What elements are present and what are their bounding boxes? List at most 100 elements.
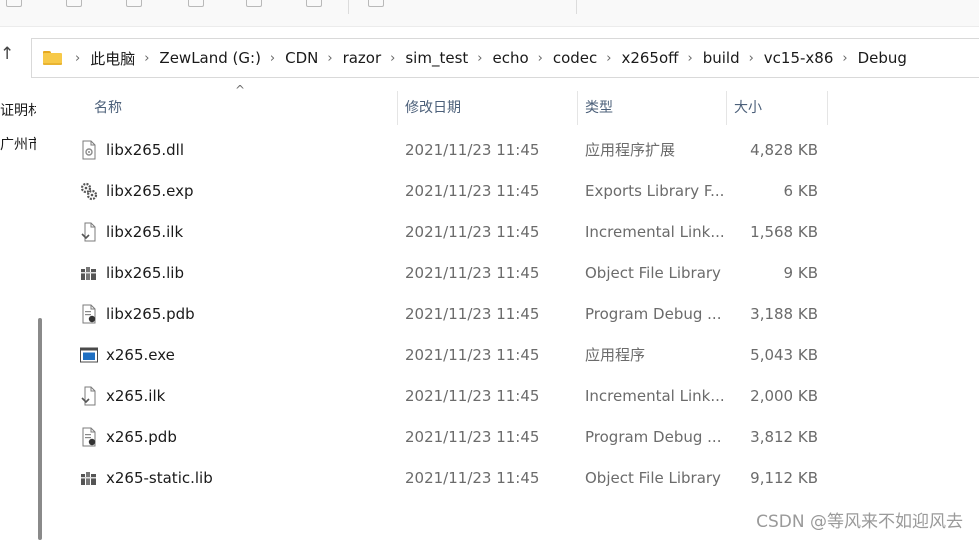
file-row[interactable]: libx265.lib 2021/11/23 11:45 Object File…: [52, 253, 979, 294]
file-type: Incremental Link...: [585, 223, 725, 241]
file-name: libx265.pdb: [106, 305, 195, 323]
file-name: x265.ilk: [106, 387, 166, 405]
column-header-type[interactable]: 类型: [585, 91, 613, 125]
sort-ascending-icon: ^: [235, 83, 246, 97]
file-name: x265-static.lib: [106, 469, 213, 487]
ribbon-button-icon[interactable]: [246, 0, 262, 7]
ribbon-button-icon[interactable]: [188, 0, 204, 7]
chevron-right-icon[interactable]: ›: [606, 51, 611, 66]
file-row[interactable]: libx265.exp 2021/11/23 11:45 Exports Lib…: [52, 171, 979, 212]
breadcrumb-build[interactable]: build: [703, 49, 740, 67]
chevron-right-icon[interactable]: ›: [327, 51, 332, 66]
chevron-right-icon[interactable]: ›: [749, 51, 754, 66]
ribbon-button-icon[interactable]: [126, 0, 142, 7]
lib-file-icon: [81, 267, 96, 280]
file-type: 应用程序: [585, 346, 646, 364]
file-date: 2021/11/23 11:45: [405, 141, 540, 159]
file-type: Program Debug ...: [585, 305, 722, 323]
column-divider[interactable]: [397, 91, 398, 125]
breadcrumb-this-pc[interactable]: 此电脑: [90, 48, 135, 69]
up-arrow-icon[interactable]: ↑: [0, 44, 14, 64]
file-size: 1,568 KB: [750, 223, 818, 241]
breadcrumb-sim-test[interactable]: sim_test: [405, 49, 468, 67]
chevron-right-icon[interactable]: ›: [144, 51, 149, 66]
breadcrumb-echo[interactable]: echo: [492, 49, 528, 67]
breadcrumb-razor[interactable]: razor: [343, 49, 382, 67]
file-date: 2021/11/23 11:45: [405, 387, 540, 405]
dll-file-icon: [82, 140, 96, 160]
pdb-file-icon: [82, 304, 96, 324]
ribbon-divider: [348, 0, 349, 14]
file-row[interactable]: libx265.ilk 2021/11/23 11:45 Incremental…: [52, 212, 979, 253]
file-size: 9 KB: [783, 264, 818, 282]
file-date: 2021/11/23 11:45: [405, 223, 540, 241]
address-bar[interactable]: › 此电脑 › ZewLand (G:) › CDN › razor › sim…: [31, 38, 979, 78]
file-name: libx265.exp: [106, 182, 194, 200]
navigation-scrollbar[interactable]: [38, 318, 42, 540]
chevron-right-icon[interactable]: ›: [688, 51, 693, 66]
file-name: x265.exe: [106, 346, 175, 364]
column-divider[interactable]: [577, 91, 578, 125]
file-size: 3,812 KB: [750, 428, 818, 446]
file-name: libx265.ilk: [106, 223, 184, 241]
breadcrumb-debug[interactable]: Debug: [858, 49, 907, 67]
breadcrumb-drive[interactable]: ZewLand (G:): [159, 49, 261, 67]
chevron-right-icon[interactable]: ›: [842, 51, 847, 66]
ribbon-button-icon[interactable]: [306, 0, 322, 7]
nav-item[interactable]: 证明材: [0, 100, 36, 120]
file-type: Exports Library F...: [585, 182, 725, 200]
file-type: Object File Library: [585, 469, 721, 487]
exp-file-icon: [80, 182, 98, 201]
ilk-file-icon: [81, 386, 96, 406]
file-date: 2021/11/23 11:45: [405, 182, 540, 200]
chevron-right-icon[interactable]: ›: [390, 51, 395, 66]
file-row[interactable]: libx265.pdb 2021/11/23 11:45 Program Deb…: [52, 294, 979, 335]
column-header-date[interactable]: 修改日期: [405, 91, 461, 125]
exe-file-icon: [80, 347, 98, 363]
file-name: x265.pdb: [106, 428, 177, 446]
column-headers: ^ 名称 修改日期 类型 大小: [52, 83, 979, 125]
file-size: 3,188 KB: [750, 305, 818, 323]
file-date: 2021/11/23 11:45: [405, 428, 540, 446]
ribbon-button-icon[interactable]: [368, 0, 384, 7]
ilk-file-icon: [81, 222, 96, 242]
ribbon-toolbar: [0, 0, 979, 27]
chevron-right-icon[interactable]: ›: [538, 51, 543, 66]
breadcrumb-codec[interactable]: codec: [553, 49, 597, 67]
lib-file-icon: [81, 472, 96, 485]
ribbon-button-icon[interactable]: [6, 0, 22, 7]
ribbon-button-icon[interactable]: [66, 0, 82, 7]
file-size: 2,000 KB: [750, 387, 818, 405]
watermark: CSDN @等风来不如迎风去: [756, 512, 963, 532]
nav-item[interactable]: 广州市: [0, 134, 36, 154]
file-row[interactable]: x265.pdb 2021/11/23 11:45 Program Debug …: [52, 417, 979, 458]
column-divider[interactable]: [726, 91, 727, 125]
column-divider[interactable]: [827, 91, 828, 125]
breadcrumb-cdn[interactable]: CDN: [285, 49, 318, 67]
file-size: 6 KB: [783, 182, 818, 200]
file-date: 2021/11/23 11:45: [405, 264, 540, 282]
file-date: 2021/11/23 11:45: [405, 305, 540, 323]
file-type: 应用程序扩展: [585, 141, 676, 159]
breadcrumb: › 此电脑 › ZewLand (G:) › CDN › razor › sim…: [66, 48, 907, 69]
file-row[interactable]: x265-static.lib 2021/11/23 11:45 Object …: [52, 458, 979, 499]
file-size: 9,112 KB: [750, 469, 818, 487]
file-type: Incremental Link...: [585, 387, 725, 405]
file-row[interactable]: x265.ilk 2021/11/23 11:45 Incremental Li…: [52, 376, 979, 417]
column-header-name[interactable]: 名称: [94, 91, 122, 125]
file-row[interactable]: libx265.dll 2021/11/23 11:45 应用程序扩展 4,82…: [52, 130, 979, 171]
file-date: 2021/11/23 11:45: [405, 469, 540, 487]
file-name: libx265.dll: [106, 141, 184, 159]
file-row[interactable]: x265.exe 2021/11/23 11:45 应用程序 5,043 KB: [52, 335, 979, 376]
chevron-right-icon[interactable]: ›: [477, 51, 482, 66]
chevron-right-icon[interactable]: ›: [75, 51, 80, 66]
file-date: 2021/11/23 11:45: [405, 346, 540, 364]
column-header-size[interactable]: 大小: [734, 91, 762, 125]
file-type: Object File Library: [585, 264, 721, 282]
chevron-right-icon[interactable]: ›: [270, 51, 275, 66]
folder-icon: [43, 51, 62, 65]
navigation-pane: 证明材 广州市: [0, 78, 38, 540]
pdb-file-icon: [82, 427, 96, 447]
breadcrumb-x265off[interactable]: x265off: [621, 49, 678, 67]
breadcrumb-vc15-x86[interactable]: vc15-x86: [764, 49, 834, 67]
